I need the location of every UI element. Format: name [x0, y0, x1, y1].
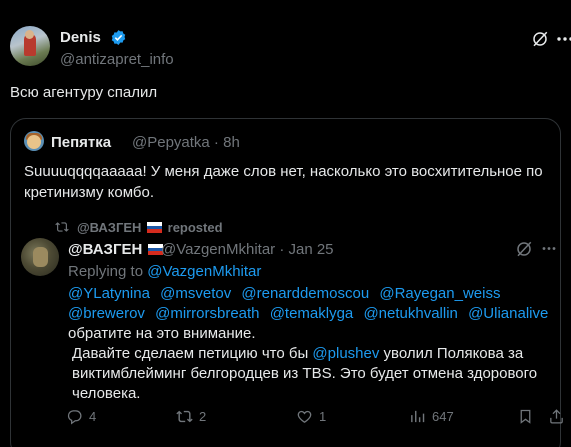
grok-icon[interactable]: [515, 240, 533, 258]
petition-paragraph: Давайте сделаем петицию что бы @plushev …: [68, 344, 558, 404]
like-count: 1: [319, 408, 327, 424]
reply-author-avatar[interactable]: [21, 238, 59, 276]
repost-count: 2: [199, 408, 207, 424]
mention-link[interactable]: @plushev: [312, 345, 379, 362]
mention-link[interactable]: @brewerov: [68, 305, 145, 322]
reply-button[interactable]: 4: [66, 406, 96, 426]
bookmark-button[interactable]: [517, 406, 540, 426]
replying-handle-link[interactable]: @VazgenMkhitar: [147, 263, 261, 280]
mention-link[interactable]: @mirrorsbreath: [155, 305, 259, 322]
quote-author-handle[interactable]: @Pepyatka · 8h: [132, 134, 240, 151]
post-header: Denis @antizapret_info: [10, 14, 571, 74]
reply-body: @YLatynina @msvetov @renarddemoscou @Ray…: [68, 284, 558, 404]
quoted-post[interactable]: Пепятка @Pepyatka · 8h Suuuuqqqqaaaaa! У…: [10, 118, 563, 447]
mentions-paragraph: @YLatynina @msvetov @renarddemoscou @Ray…: [68, 284, 558, 344]
replying-prefix: Replying to: [68, 263, 144, 280]
grok-icon[interactable]: [531, 30, 549, 48]
action-bar: 4 2 1 647: [66, 406, 563, 426]
mention-link[interactable]: @Ulianalive: [468, 305, 548, 322]
russia-flag-icon: [147, 222, 163, 233]
repost-button[interactable]: 2: [176, 406, 206, 426]
like-button[interactable]: 1: [296, 406, 326, 426]
repost-icon: [176, 410, 193, 422]
replying-to: Replying to @VazgenMkhitar: [68, 263, 261, 280]
repost-attribution[interactable]: @ВАЗГЕН reposted: [77, 220, 223, 235]
views-count: 647: [432, 408, 454, 424]
reply-icon: [67, 409, 82, 424]
share-icon: [550, 408, 563, 424]
views-button[interactable]: 647: [409, 406, 454, 426]
author-name[interactable]: Denis: [60, 29, 101, 46]
mention-link[interactable]: @netukhvallin: [363, 305, 457, 322]
more-options-icon[interactable]: [556, 36, 571, 42]
petition-text-start: Давайте сделаем петицию что бы: [72, 345, 309, 362]
author-handle[interactable]: @antizapret_info: [60, 51, 174, 68]
post-text: Всю агентуру спалил: [10, 84, 158, 101]
reposted-label: reposted: [167, 220, 223, 235]
reply-author-name-text[interactable]: @ВАЗГЕН: [68, 241, 142, 258]
reply-count: 4: [89, 408, 97, 424]
mentions-tail: обратите на это внимание.: [68, 325, 256, 342]
quote-author-name[interactable]: Пепятка: [51, 134, 111, 151]
author-avatar[interactable]: [10, 26, 50, 66]
bookmark-icon: [520, 409, 531, 424]
mention-link[interactable]: @temaklyga: [270, 305, 354, 322]
repost-indicator-icon: [55, 222, 69, 232]
views-chart-icon: [411, 410, 425, 422]
verified-badge-icon: [111, 30, 126, 45]
reply-author-name[interactable]: @ВАЗГЕН: [68, 241, 165, 258]
mention-link[interactable]: @Rayegan_weiss: [379, 285, 500, 302]
reply-author-meta[interactable]: @VazgenMkhitar · Jan 25: [161, 241, 334, 258]
quote-author-avatar[interactable]: [24, 131, 44, 151]
mention-link[interactable]: @renarddemoscou: [241, 285, 369, 302]
quote-text: Suuuuqqqqaaaaa! У меня даже слов нет, на…: [24, 163, 543, 201]
more-options-icon[interactable]: [541, 246, 557, 251]
reposter-name[interactable]: @ВАЗГЕН: [77, 220, 141, 235]
mention-link[interactable]: @msvetov: [160, 285, 231, 302]
mention-link[interactable]: @YLatynina: [68, 285, 150, 302]
share-button[interactable]: [548, 406, 571, 426]
heart-icon: [297, 410, 312, 423]
